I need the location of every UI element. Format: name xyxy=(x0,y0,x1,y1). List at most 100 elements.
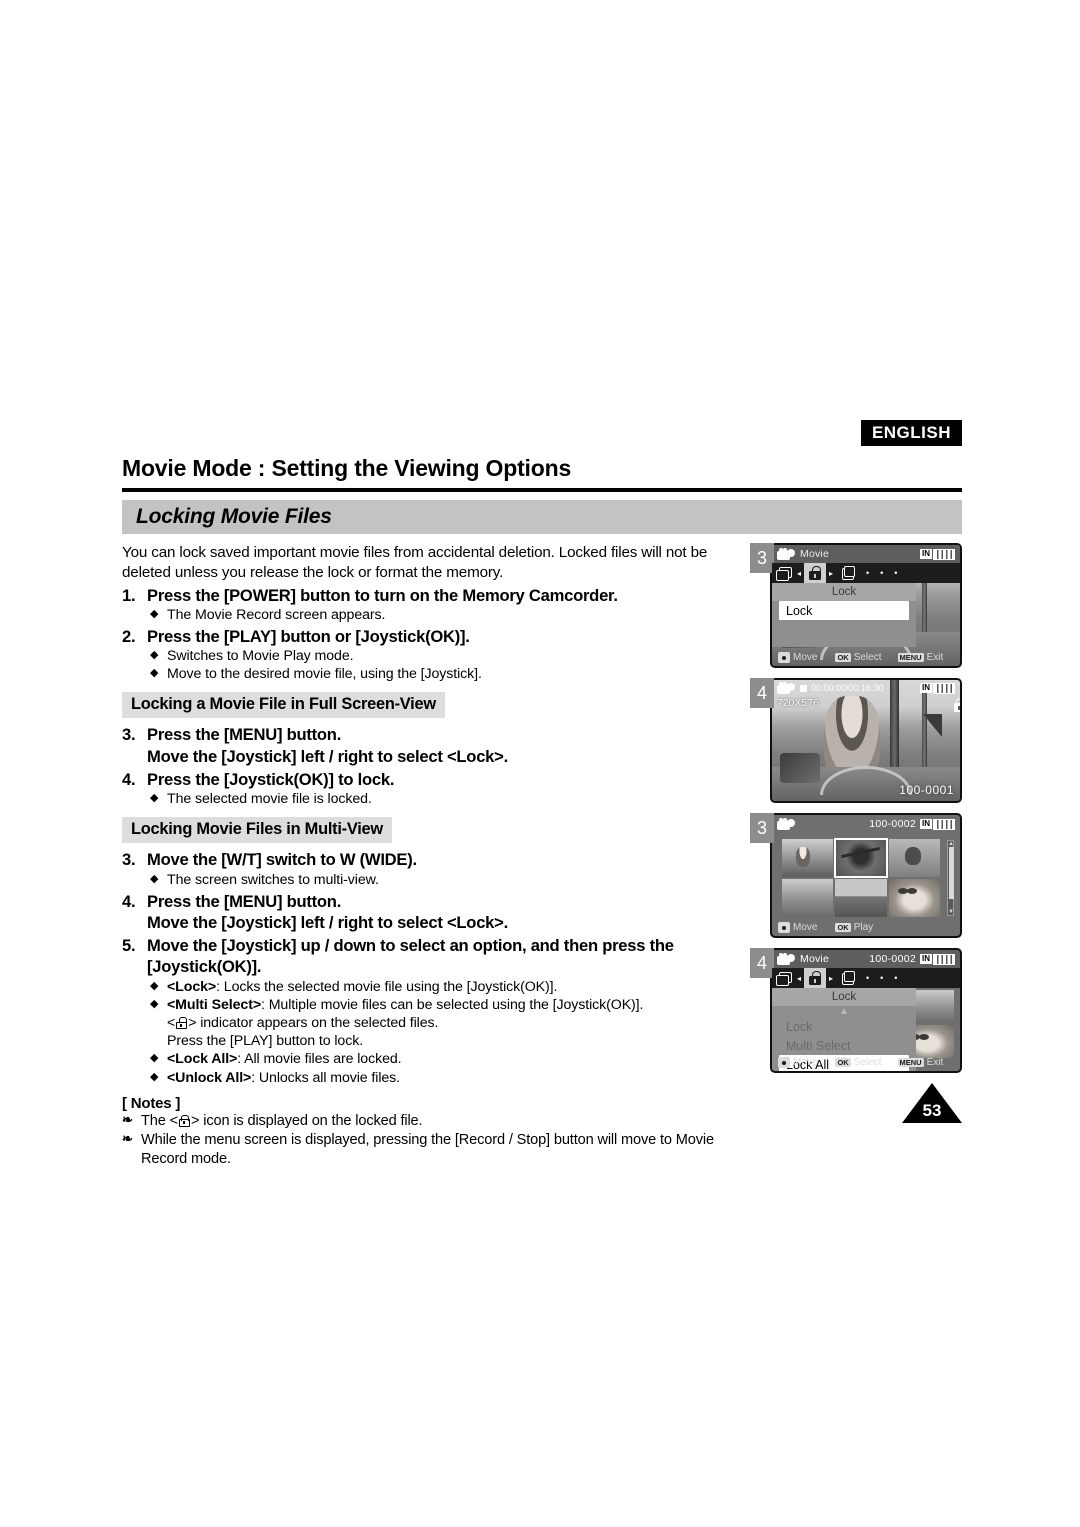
menu-tab-lock[interactable] xyxy=(804,563,826,583)
section-title: Locking Movie Files xyxy=(136,505,332,528)
scrollbar-thumb[interactable] xyxy=(948,847,954,899)
lcd-menu-panel[interactable]: Lock xyxy=(772,601,916,647)
step-4-full: 4. Press the [Joystick(OK)] to lock. xyxy=(122,769,750,790)
menu-key-icon: MENU xyxy=(897,652,924,663)
step-2-bullet-2-text: Move to the desired movie file, using th… xyxy=(167,666,482,683)
chevron-left-icon[interactable]: ◂ xyxy=(794,569,804,578)
chevron-right-icon[interactable]: ▸ xyxy=(826,974,836,983)
lcd-menu-tabs[interactable]: ◂ ▸ ••• xyxy=(772,563,960,583)
intro-paragraph: You can lock saved important movie files… xyxy=(122,544,708,581)
option-multi-select-line3: Press the [PLAY] button to lock. xyxy=(167,1033,364,1050)
language-badge: ENGLISH xyxy=(860,420,962,446)
menu-item-lock[interactable]: Lock xyxy=(772,1017,916,1036)
scrollbar[interactable]: ▲ ▼ xyxy=(947,840,954,916)
body-columns: You can lock saved important movie files… xyxy=(122,543,962,1169)
menu-tab-copy[interactable] xyxy=(772,563,794,583)
thumbnail-item[interactable] xyxy=(782,879,834,917)
stop-icon xyxy=(800,684,807,692)
hint-select-label: Select xyxy=(853,652,882,663)
diamond-icon: ◆ xyxy=(150,997,159,1010)
option-multi-line2-post: > indicator appears on the selected file… xyxy=(188,1015,439,1032)
step-3-full: 3. Press the [MENU] button. Move the [Jo… xyxy=(122,724,750,766)
option-lock-all-desc: : All movie files are locked. xyxy=(237,1051,402,1068)
diamond-icon: ◆ xyxy=(150,979,159,992)
option-lock-all-label: <Lock All> xyxy=(167,1051,238,1068)
delete-icon xyxy=(841,971,855,985)
subheading-multi-view: Locking Movie Files in Multi-View xyxy=(122,817,392,844)
hint-move-label: Move xyxy=(793,1057,818,1068)
battery-bars xyxy=(933,818,955,830)
menu-tab-copy[interactable] xyxy=(772,968,794,988)
lcd-hint-bar: Move OK Select MENU Exit xyxy=(772,649,960,666)
file-number-label: 100-0002 xyxy=(869,953,916,965)
lcd-screen: Movie 100-0002 IN ◂ ▸ ••• Lock ▲ Lock Mu… xyxy=(770,948,962,1073)
chevron-up-icon[interactable]: ▲ xyxy=(772,1006,916,1017)
hint-exit: MENU Exit xyxy=(897,652,944,663)
language-row: ENGLISH xyxy=(122,420,962,446)
lcd-mode-label: Movie xyxy=(800,548,830,560)
step-5-multi-text: Move the [Joystick] up / down to select … xyxy=(147,936,674,977)
hint-move-label: Move xyxy=(793,922,818,933)
option-unlock-all-label: <Unlock All> xyxy=(167,1069,252,1086)
screenshot-step-number: 4 xyxy=(750,948,774,978)
menu-item-lock[interactable]: Lock xyxy=(779,601,909,620)
clover-icon: ❧ xyxy=(122,1130,133,1146)
clover-icon: ❧ xyxy=(122,1111,133,1127)
lcd-menu-tabs[interactable]: ◂ ▸ ••• xyxy=(772,968,960,988)
battery-in-label: IN xyxy=(920,819,932,829)
movie-camera-icon xyxy=(777,681,796,695)
chevron-down-icon[interactable]: ▼ xyxy=(948,909,954,915)
screenshots-column: 3 Movie IN ◂ ▸ ••• Lock Lock Move OK Sel… xyxy=(750,543,962,1169)
thumbnail-item[interactable] xyxy=(782,839,834,877)
battery-indicator: IN xyxy=(920,548,955,560)
cursor-arrow-icon xyxy=(923,714,942,737)
copy-icon xyxy=(775,567,792,581)
movie-camera-icon xyxy=(777,952,796,966)
menu-tab-dots: ••• xyxy=(866,973,909,983)
step-1-number: 1. xyxy=(122,585,136,605)
diamond-icon: ◆ xyxy=(150,1070,159,1083)
battery-in-label: IN xyxy=(920,549,932,559)
step-3-multi-bullet-1: ◆ The screen switches to multi-view. xyxy=(122,871,750,889)
hint-move: Move xyxy=(778,652,817,663)
screenshot-lock-menu-full: 3 Movie IN ◂ ▸ ••• Lock Lock Move OK Sel… xyxy=(750,543,962,668)
option-unlock-all-desc: : Unlocks all movie files. xyxy=(251,1069,400,1086)
menu-item-multi-select[interactable]: Multi Select xyxy=(772,1036,916,1055)
note-1: ❧ The < > icon is displayed on the locked… xyxy=(122,1112,750,1131)
chevron-right-icon[interactable]: ▸ xyxy=(826,569,836,578)
option-multi-select: ◆ <Multi Select>: Multiple movie files c… xyxy=(122,996,750,1014)
step-2: 2. Press the [PLAY] button or [Joystick(… xyxy=(122,626,750,647)
menu-tab-delete[interactable] xyxy=(836,563,858,583)
screenshot-step-number: 4 xyxy=(750,678,774,708)
chevron-left-icon[interactable]: ◂ xyxy=(794,974,804,983)
thumbnail-item-selected[interactable] xyxy=(834,838,888,878)
screenshot-multi-view: 3 100-0002 IN ▲ ▼ Move OK Play xyxy=(750,813,962,938)
step-2-bullet-1-text: Switches to Movie Play mode. xyxy=(167,648,354,665)
battery-indicator: IN xyxy=(920,818,955,830)
thumbnail-item[interactable] xyxy=(835,879,887,917)
screenshot-step-number: 3 xyxy=(750,543,774,573)
hint-exit: MENU Exit xyxy=(897,1057,943,1068)
step-3-full-text: Press the [MENU] button. xyxy=(147,725,342,745)
step-1: 1. Press the [POWER] button to turn on t… xyxy=(122,585,750,606)
diamond-icon: ◆ xyxy=(150,872,159,885)
option-multi-select-desc: : Multiple movie files can be selected u… xyxy=(261,996,644,1013)
step-1-text: Press the [POWER] button to turn on the … xyxy=(147,585,618,605)
menu-tab-lock[interactable] xyxy=(804,968,826,988)
battery-bars xyxy=(933,953,955,965)
thumbnail-grid[interactable] xyxy=(782,838,940,917)
thumbnail-item[interactable] xyxy=(888,879,940,917)
subheading-full-screen-view: Locking a Movie File in Full Screen-View xyxy=(122,692,445,719)
battery-indicator: IN xyxy=(920,953,955,965)
page-number: 53 xyxy=(922,1101,942,1120)
diamond-icon: ◆ xyxy=(150,649,159,662)
battery-in-label: IN xyxy=(920,683,932,693)
lcd-screen: Movie IN ◂ ▸ ••• Lock Lock Move OK Selec… xyxy=(770,543,962,668)
menu-tab-delete[interactable] xyxy=(836,968,858,988)
resolution-label: 720X576 xyxy=(777,698,820,709)
hint-exit-label: Exit xyxy=(926,652,944,663)
step-3-full-number: 3. xyxy=(122,725,136,745)
lock-icon xyxy=(809,566,822,580)
lcd-status-bar: Movie IN xyxy=(772,545,960,563)
thumbnail-item[interactable] xyxy=(888,839,940,877)
